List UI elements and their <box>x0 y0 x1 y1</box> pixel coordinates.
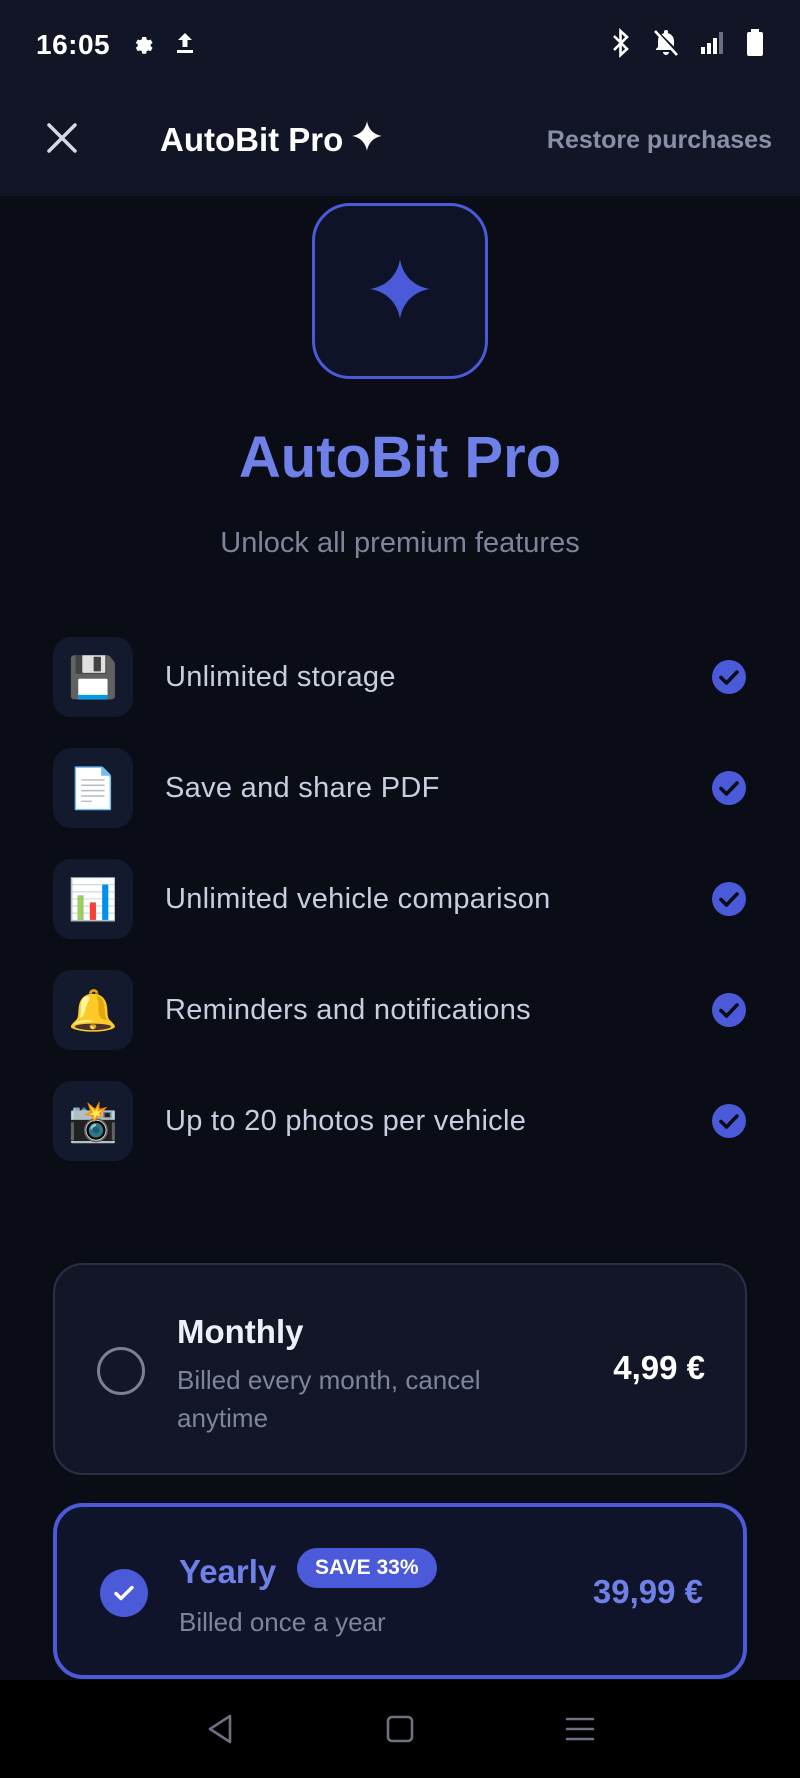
check-circle-icon <box>712 771 746 805</box>
bell-off-icon <box>652 28 680 63</box>
feature-list: 💾 Unlimited storage 📄 Save and share PDF… <box>53 637 747 1192</box>
upload-icon <box>174 31 196 60</box>
hero-title: AutoBit Pro <box>238 425 562 490</box>
feature-item: 📊 Unlimited vehicle comparison <box>53 859 747 939</box>
sparkle-icon <box>351 120 383 160</box>
status-right <box>610 27 764 63</box>
bell-icon: 🔔 <box>53 970 133 1050</box>
signal-icon <box>700 31 726 60</box>
radio-unselected[interactable] <box>97 1347 145 1395</box>
camera-flash-icon: 📸 <box>53 1081 133 1161</box>
menu-button[interactable] <box>550 1699 610 1759</box>
feature-label: Up to 20 photos per vehicle <box>165 1104 527 1137</box>
gear-icon <box>130 31 154 60</box>
plan-yearly-card[interactable]: Yearly SAVE 33% Billed once a year 39,99… <box>53 1503 747 1679</box>
status-left: 16:05 <box>36 29 196 61</box>
bar-chart-icon: 📊 <box>53 859 133 939</box>
document-icon: 📄 <box>53 748 133 828</box>
home-button[interactable] <box>370 1699 430 1759</box>
bluetooth-icon <box>610 27 632 63</box>
floppy-disk-icon: 💾 <box>53 637 133 717</box>
feature-label: Unlimited storage <box>165 660 396 693</box>
feature-label: Unlimited vehicle comparison <box>165 882 551 915</box>
plan-price: 4,99 € <box>613 1349 705 1386</box>
app-title: AutoBit Pro <box>160 114 383 166</box>
home-icon <box>386 1715 414 1743</box>
close-icon <box>45 121 79 160</box>
radio-selected[interactable] <box>100 1569 148 1617</box>
app-bar: AutoBit Pro Restore purchases <box>0 90 800 196</box>
plan-price: 39,99 € <box>592 1573 703 1610</box>
restore-purchases-link[interactable]: Restore purchases <box>547 114 772 166</box>
feature-item: 📸 Up to 20 photos per vehicle <box>53 1081 747 1161</box>
system-nav-bar <box>0 1680 800 1778</box>
back-icon <box>208 1714 232 1744</box>
check-circle-icon <box>712 660 746 694</box>
feature-item: 📄 Save and share PDF <box>53 748 747 828</box>
feature-label: Save and share PDF <box>165 771 440 804</box>
hero-sparkle-badge <box>312 203 488 379</box>
check-circle-icon <box>712 993 746 1027</box>
hero-subtitle: Unlock all premium features <box>220 527 580 559</box>
back-button[interactable] <box>190 1699 250 1759</box>
check-icon <box>114 1585 134 1601</box>
close-button[interactable] <box>36 114 88 166</box>
plan-description: Billed every month, cancel anytime <box>177 1365 481 1433</box>
sparkle-icon <box>368 257 432 326</box>
save-badge: SAVE 33% <box>297 1548 437 1588</box>
feature-label: Reminders and notifications <box>165 993 531 1026</box>
menu-icon <box>565 1717 595 1741</box>
plan-name: Monthly <box>177 1313 304 1350</box>
plan-description: Billed once a year <box>179 1607 386 1637</box>
battery-icon <box>746 28 764 62</box>
feature-item: 🔔 Reminders and notifications <box>53 970 747 1050</box>
feature-item: 💾 Unlimited storage <box>53 637 747 717</box>
status-time: 16:05 <box>36 29 111 60</box>
check-circle-icon <box>712 882 746 916</box>
check-circle-icon <box>712 1104 746 1138</box>
app-title-text: AutoBit Pro <box>160 121 344 158</box>
plan-name: Yearly <box>179 1553 277 1590</box>
status-bar: 16:05 <box>0 0 800 90</box>
plan-monthly-card[interactable]: Monthly Billed every month, cancel anyti… <box>53 1263 747 1475</box>
